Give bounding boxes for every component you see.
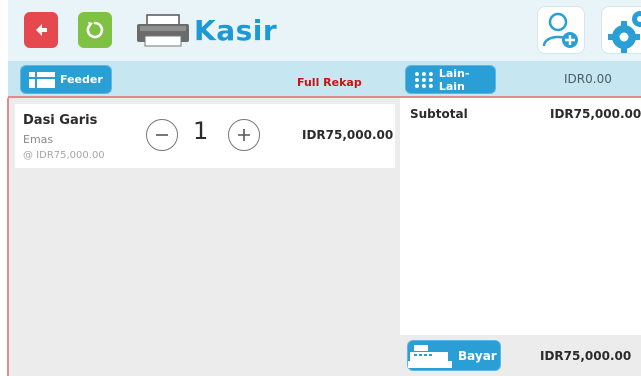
refresh-icon — [86, 21, 104, 39]
refresh-button[interactable] — [78, 12, 112, 48]
back-arrow-icon — [36, 24, 47, 36]
add-user-icon — [542, 12, 578, 48]
cash-register-icon — [408, 344, 452, 368]
page-title: Kasir — [194, 14, 278, 47]
item-unit-price: @ IDR75,000.00 — [23, 150, 105, 161]
item-total: IDR75,000.00 — [302, 128, 394, 142]
item-variant: Emas — [23, 133, 54, 146]
pay-button[interactable]: Bayar — [407, 340, 501, 371]
summary-panel: Subtotal IDR75,000.00 — [400, 98, 641, 335]
back-button[interactable] — [24, 12, 58, 48]
decrease-quantity-button[interactable] — [146, 119, 178, 151]
plus-icon — [238, 129, 250, 141]
add-user-button[interactable] — [537, 6, 585, 54]
settings-gears-icon — [608, 11, 641, 53]
full-rekap-link[interactable]: Full Rekap — [297, 76, 362, 89]
settings-button[interactable] — [601, 6, 641, 54]
cart-item[interactable]: Dasi Garis Emas @ IDR75,000.00 1 IDR75,0… — [15, 104, 395, 168]
toolbar: Feeder Full Rekap Lain-Lain IDR0.00 — [8, 61, 641, 98]
increase-quantity-button[interactable] — [228, 119, 260, 151]
header-bar: Kasir — [8, 0, 641, 61]
kasir-screen: Kasir Feeder Full Rekap Lain-Lain IDR0.0… — [0, 0, 641, 376]
grid-dots-icon — [414, 71, 433, 88]
printer-icon — [135, 14, 191, 48]
feeder-icon — [29, 71, 55, 88]
item-name: Dasi Garis — [23, 113, 98, 128]
lain-lain-label: Lain-Lain — [438, 66, 470, 93]
grand-total: IDR75,000.00 — [540, 349, 632, 363]
feeder-label: Feeder — [60, 73, 103, 86]
feeder-button[interactable]: Feeder — [20, 65, 112, 94]
pay-label: Bayar — [458, 348, 497, 363]
subtotal-value: IDR75,000.00 — [550, 107, 641, 121]
item-quantity: 1 — [193, 117, 209, 145]
minus-icon — [156, 134, 168, 136]
subtotal-label: Subtotal — [410, 107, 468, 121]
lain-lain-amount: IDR0.00 — [564, 72, 612, 86]
lain-lain-button[interactable]: Lain-Lain — [405, 65, 496, 94]
cart-item-list: Dasi Garis Emas @ IDR75,000.00 1 IDR75,0… — [9, 98, 400, 376]
payment-bar: Bayar IDR75,000.00 — [400, 335, 641, 376]
